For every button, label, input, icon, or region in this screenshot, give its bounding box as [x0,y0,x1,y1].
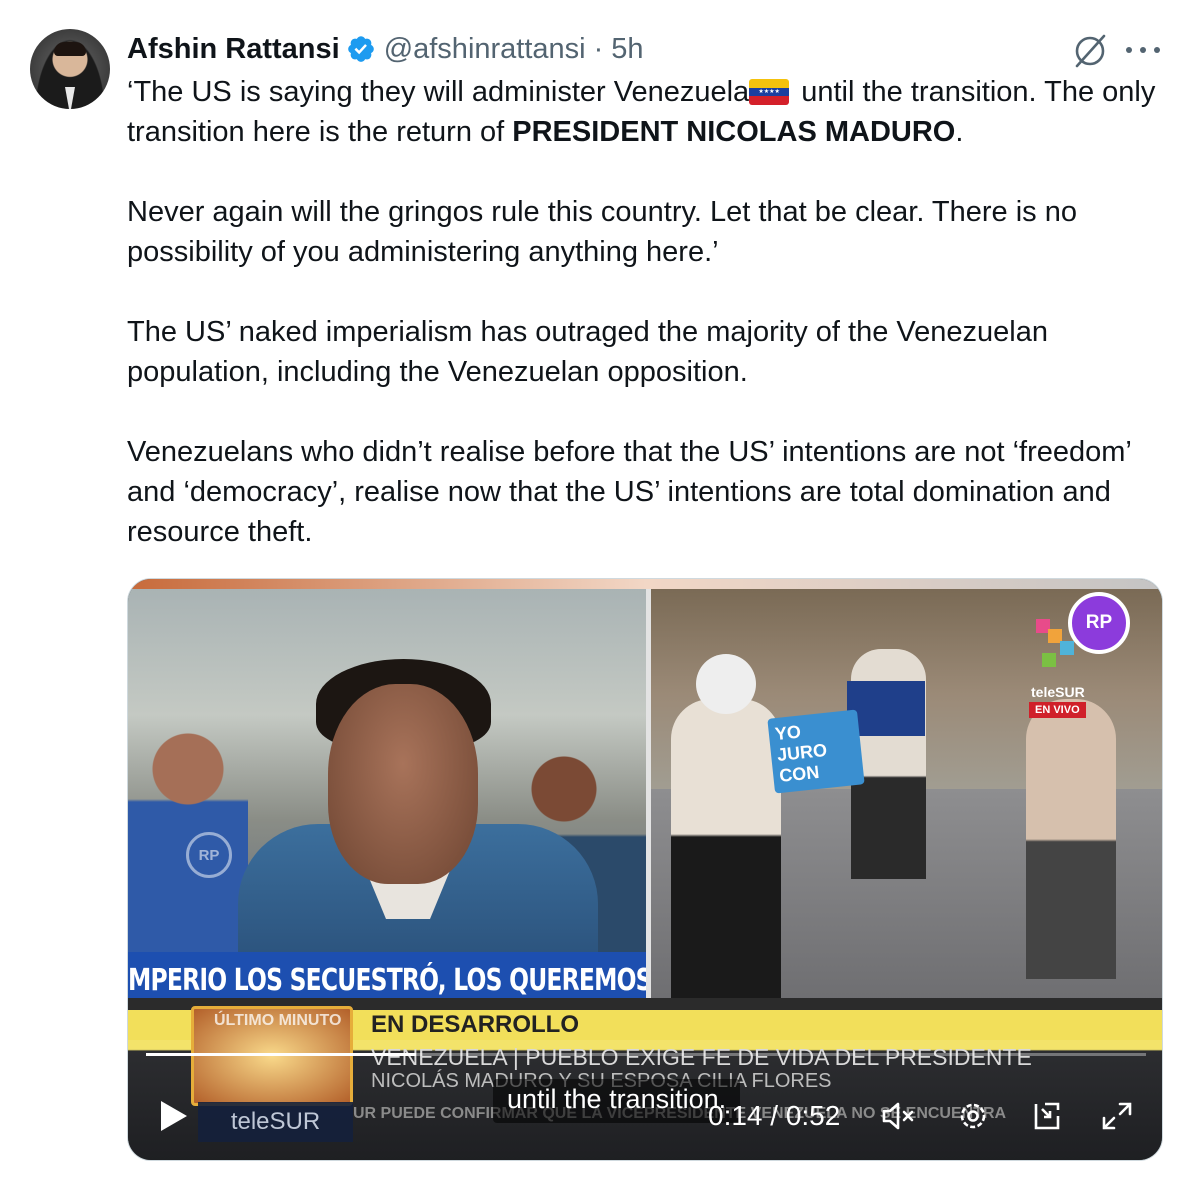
timestamp[interactable]: 5h [611,33,643,66]
grok-icon[interactable] [1071,32,1109,70]
play-icon[interactable] [156,1099,190,1133]
text-segment: ‘The US is saying they will administer V… [127,76,750,108]
rp-watermark: RP [186,832,232,878]
verified-badge-icon [347,36,374,62]
header-separator: · [593,32,604,65]
avatar[interactable] [30,29,110,109]
video-player[interactable]: RP MPERIO LOS SECUESTRÓ, LOS QUEREMOS DE… [127,578,1163,1161]
video-right-pane: YO JURO CON teleSUR EN VIVO RP [651,589,1162,1009]
fullscreen-icon[interactable] [1098,1098,1136,1134]
ultimo-minuto-label: ÚLTIMO MINUTO [214,1012,342,1029]
bold-text: PRESIDENT NICOLAS MADURO [512,116,956,148]
protester-figure [1026,699,1116,979]
author-handle[interactable]: @afshinrattansi [384,33,586,66]
protester-figure [671,699,781,999]
video-progress-fill [146,1053,416,1056]
protester-cap [696,654,756,714]
venezuela-flag-icon: ★★★★ [749,79,790,105]
video-top-strip [128,579,1162,589]
lower-headline-1: VENEZUELA | PUEBLO EXIGE FE DE VIDA DEL … [371,1044,1032,1070]
protest-sign: YO JURO CON [767,709,865,794]
speaker-face [328,684,478,884]
telesur-logo: teleSUR [1031,684,1085,700]
mute-icon[interactable] [880,1098,918,1134]
video-left-pane: RP MPERIO LOS SECUESTRÓ, LOS QUEREMOS DE… [128,589,646,1009]
rp-logo: RP [1068,592,1130,654]
en-desarrollo-label: EN DESARROLLO [371,1011,580,1038]
live-badge: EN VIVO [1029,702,1086,718]
video-time: 0:14 / 0:52 [708,1100,841,1131]
paragraph-1: ‘The US is saying they will administer V… [127,72,1172,152]
paragraph-3: The US’ naked imperialism has outraged t… [127,316,1048,388]
paragraph-4: Venezuelans who didn’t realise before th… [127,436,1131,548]
telesur-lower-logo: teleSUR [198,1102,353,1142]
paragraph-2: Never again will the gringos rule this c… [127,196,1077,268]
author-name[interactable]: Afshin Rattansi [127,33,340,66]
text-segment: . [955,116,964,148]
tweet-header: Afshin Rattansi @afshinrattansi · 5h [127,30,644,68]
video-caption: until the transition. [493,1079,741,1123]
tweet: Afshin Rattansi @afshinrattansi · 5h ‘Th… [0,0,1190,1198]
tweet-text: ‘The US is saying they will administer V… [127,72,1172,552]
picture-in-picture-icon[interactable] [1028,1098,1066,1134]
settings-icon[interactable] [954,1098,992,1134]
more-icon[interactable] [1126,40,1160,60]
